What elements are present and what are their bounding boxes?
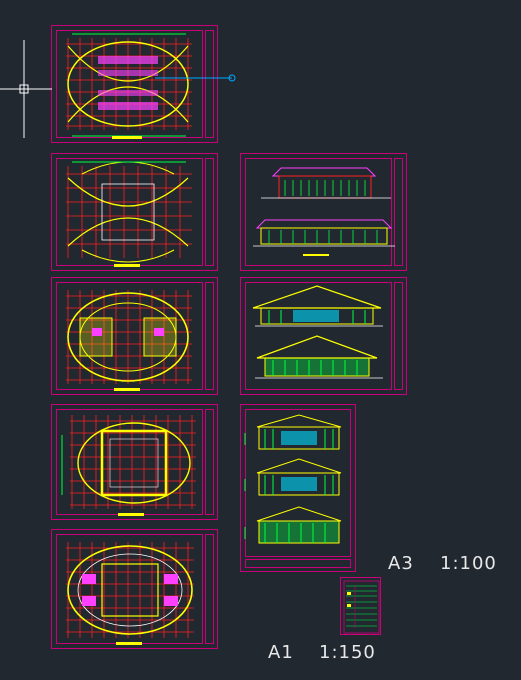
sheet-plan-4[interactable] [51, 404, 218, 520]
elevation-drawing [252, 285, 383, 379]
elevation-drawing [244, 414, 342, 544]
sheet-plan-1[interactable] [51, 25, 218, 143]
elevation-drawing [253, 167, 395, 256]
paper-size-label-a1: A1 [268, 642, 294, 663]
sheet-elevation-1[interactable] [240, 153, 407, 271]
floor-plan-drawing [66, 161, 192, 267]
sheet-plan-2[interactable] [51, 153, 218, 271]
floor-plan-drawing [66, 542, 194, 645]
drawing-canvas[interactable]: A3 1:100 A1 1:150 [0, 0, 521, 680]
sheet-elevation-3[interactable] [240, 404, 356, 572]
notes-table [343, 580, 380, 634]
paper-size-label-a3: A3 [388, 553, 414, 574]
floor-plan-drawing [66, 290, 192, 391]
sheet-plan-5[interactable] [51, 529, 218, 649]
sheet-notes[interactable] [340, 577, 381, 635]
sheet-elevation-2[interactable] [240, 277, 407, 395]
floor-plan-drawing [61, 415, 196, 516]
sheet-plan-3[interactable] [51, 277, 218, 395]
scale-label-a3: 1:100 [440, 553, 497, 574]
scale-label-a1: 1:150 [319, 642, 376, 663]
floor-plan-drawing [66, 33, 192, 139]
snap-endpoint-icon [228, 74, 236, 82]
